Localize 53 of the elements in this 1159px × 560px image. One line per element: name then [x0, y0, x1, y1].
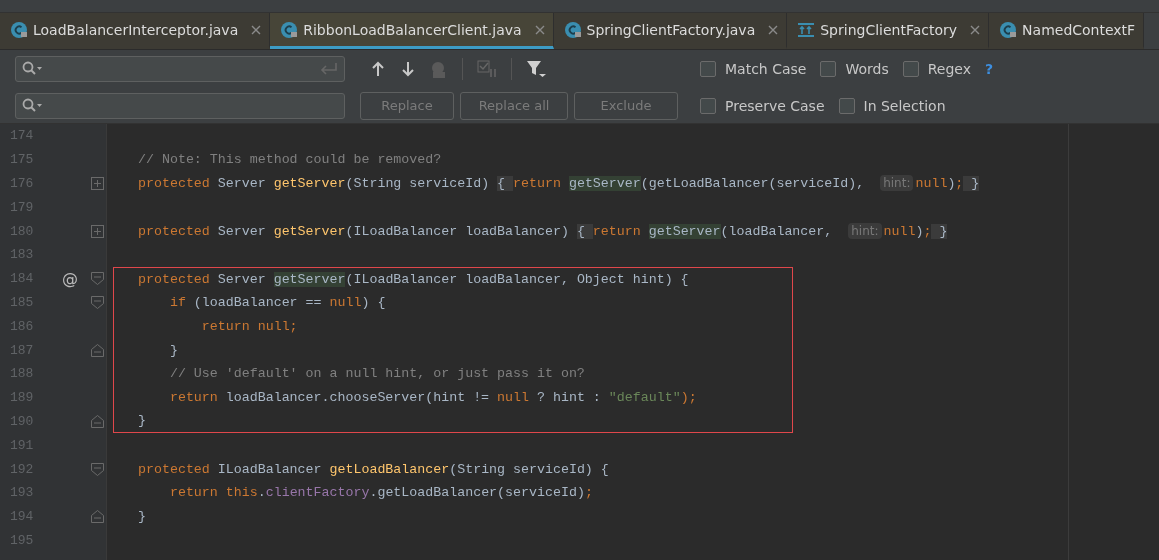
select-all-icon[interactable] — [430, 59, 448, 78]
search-icon — [22, 61, 42, 76]
override-marker[interactable]: @ — [62, 269, 78, 289]
code-line: } — [113, 409, 793, 434]
replace-field[interactable] — [15, 92, 345, 119]
up-arrow-icon[interactable] — [370, 59, 386, 78]
code-line: return loadBalancer.chooseServer(hint != null ? hint : "default"); — [113, 385, 793, 410]
class-file-icon — [999, 20, 1018, 39]
checkbox-option[interactable]: Match Case — [700, 60, 807, 77]
fold-end-icon[interactable] — [91, 510, 104, 524]
search-icon — [22, 98, 42, 113]
enter-icon — [318, 61, 338, 76]
close-icon[interactable] — [970, 24, 981, 35]
code-line: } — [137, 508, 147, 527]
fold-collapse-icon[interactable] — [91, 462, 104, 476]
fold-expand-icon[interactable] — [91, 177, 104, 190]
code-line: return this.clientFactory.getLoadBalancer(serviceId); — [168, 484, 593, 503]
code-line: return null; — [113, 314, 793, 339]
editor-tab[interactable]: LoadBalancerInterceptor.java — [0, 13, 271, 49]
filter-icon[interactable] — [526, 59, 547, 78]
search-field[interactable] — [15, 55, 345, 82]
structure-icon — [797, 20, 816, 39]
code-line: protected Server getServer(ILoadBalancer loadBalancer, Object hint) { — [113, 266, 793, 291]
checkbox-option[interactable]: Preserve Case — [700, 97, 825, 114]
class-file-icon — [280, 20, 299, 39]
checkbox-option[interactable]: Words — [820, 60, 889, 77]
editor-tab[interactable]: SpringClientFactory — [787, 13, 990, 49]
parameter-hint: hint: — [848, 223, 882, 240]
editor-tab[interactable]: SpringClientFactory.java — [553, 13, 788, 49]
checkbox-option[interactable]: In Selection — [838, 97, 946, 114]
down-arrow-icon[interactable] — [400, 59, 416, 78]
class-file-icon — [10, 20, 28, 39]
checklist-icon[interactable] — [477, 59, 497, 78]
close-icon[interactable] — [251, 24, 262, 35]
code-line: } — [113, 338, 793, 362]
code-line: protected ILoadBalancer getLoadBalancer(String serviceId) { — [137, 460, 609, 479]
fold-end-icon[interactable] — [91, 414, 104, 428]
checkbox-option[interactable]: Regex — [902, 60, 971, 77]
code-line: // Note: This method could be removed? — [137, 151, 442, 170]
editor-tab[interactable]: NamedContextF — [989, 13, 1145, 49]
fold-collapse-icon[interactable] — [91, 295, 104, 309]
close-icon[interactable] — [768, 24, 779, 35]
code-line: // Use 'default' on a null hint, or just pass it on? — [113, 361, 793, 386]
fold-end-icon[interactable] — [91, 343, 104, 357]
code-line: protected Server getServer(ILoadBalancer loadBalancer) { return getServer(loadBalancer, hint: null); } — [137, 222, 948, 242]
fold-expand-icon[interactable] — [91, 224, 104, 238]
code-line: protected Server getServer(String serviceId) { return getServer(getLoadBalancer(serviceId), hint: null); } — [137, 174, 980, 194]
parameter-hint: hint: — [880, 175, 914, 192]
close-icon[interactable] — [534, 24, 545, 35]
fold-collapse-icon[interactable] — [91, 272, 104, 286]
class-file-icon — [563, 20, 582, 39]
editor-tab[interactable]: RibbonLoadBalancerClient.java — [270, 13, 554, 49]
code-line: if (loadBalancer == null) { — [113, 290, 793, 315]
